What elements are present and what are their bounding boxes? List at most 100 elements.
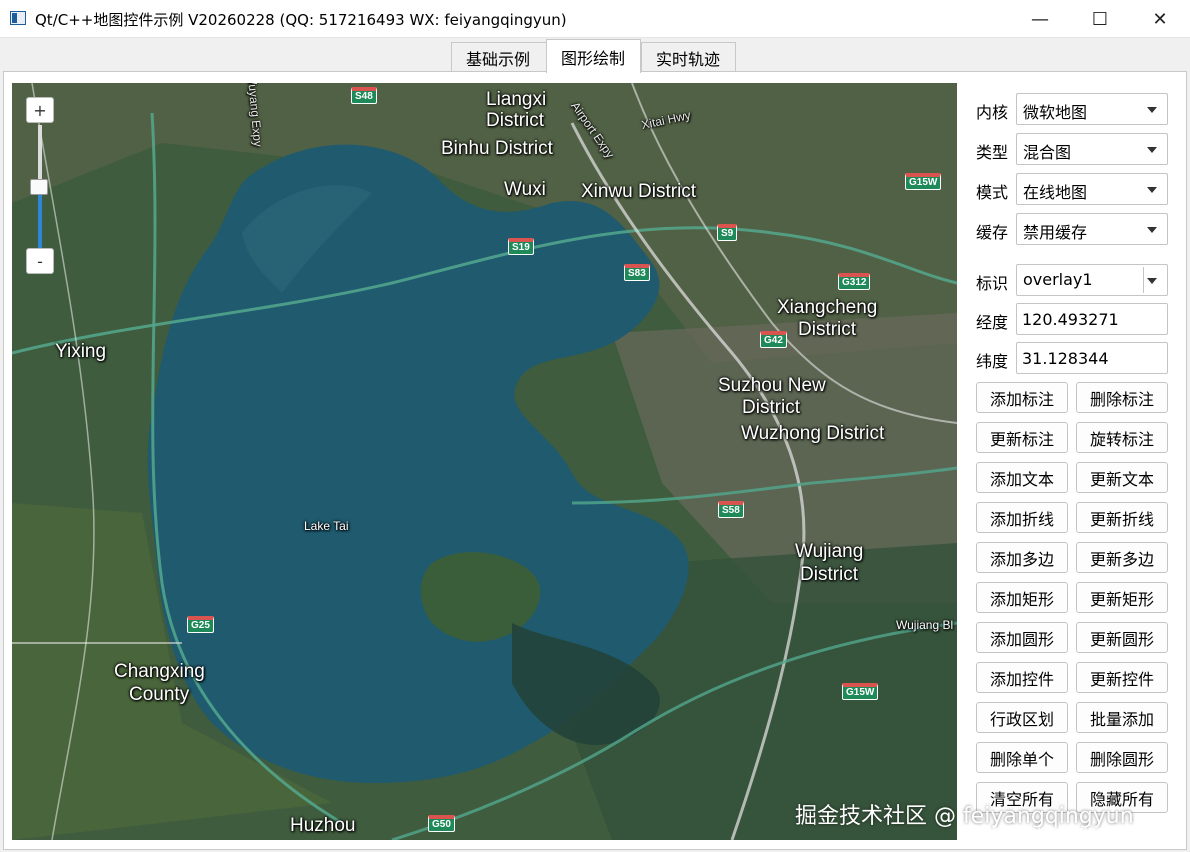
type-label: 类型 bbox=[976, 143, 1009, 162]
map-label-lake-tai: Lake Tai bbox=[304, 519, 349, 533]
watermark-csdn: CSDN @feiyangqingyun bbox=[960, 822, 1139, 840]
minimize-icon[interactable]: — bbox=[1010, 0, 1070, 38]
longitude-field[interactable] bbox=[1016, 303, 1168, 335]
zoom-slider-thumb[interactable] bbox=[30, 179, 48, 195]
map-label-xinwu: Xinwu District bbox=[581, 181, 697, 202]
mode-label: 模式 bbox=[976, 183, 1009, 202]
update-rectangle-button[interactable]: 更新矩形 bbox=[1076, 582, 1168, 613]
road-shield-s9: S9 bbox=[717, 224, 738, 241]
update-circle-button[interactable]: 更新圆形 bbox=[1076, 622, 1168, 653]
zoom-in-button[interactable]: + bbox=[26, 97, 54, 123]
window-title: Qt/C++地图控件示例 V20260228 (QQ: 517216493 WX… bbox=[35, 11, 567, 29]
road-shield-g312: G312 bbox=[838, 273, 871, 290]
map-label-wujiang-bl: Wujiang Bl bbox=[896, 618, 954, 632]
lng-row: 经度 bbox=[966, 303, 1176, 335]
close-icon[interactable]: ✕ bbox=[1130, 0, 1190, 38]
tab-label: 图形绘制 bbox=[561, 48, 626, 68]
ident-combo[interactable]: overlay1 bbox=[1016, 264, 1168, 296]
tab-realtime-track[interactable]: 实时轨迹 bbox=[641, 42, 736, 73]
chevron-down-icon bbox=[1147, 187, 1157, 193]
kernel-select[interactable]: 微软地图 bbox=[1016, 93, 1168, 125]
ident-row: 标识 overlay1 bbox=[966, 264, 1176, 296]
lat-row: 纬度 bbox=[966, 342, 1176, 374]
update-text-button[interactable]: 更新文本 bbox=[1076, 462, 1168, 493]
kernel-row: 内核 微软地图 bbox=[966, 93, 1176, 125]
type-row: 类型 混合图 bbox=[966, 133, 1176, 165]
cache-row: 缓存 禁用缓存 bbox=[966, 213, 1176, 245]
tab-shape-drawing[interactable]: 图形绘制 bbox=[546, 39, 641, 73]
rotate-marker-button[interactable]: 旋转标注 bbox=[1076, 422, 1168, 453]
update-marker-button[interactable]: 更新标注 bbox=[976, 422, 1068, 453]
delete-marker-button[interactable]: 删除标注 bbox=[1076, 382, 1168, 413]
update-control-button[interactable]: 更新控件 bbox=[1076, 662, 1168, 693]
combo-divider bbox=[1143, 267, 1144, 293]
type-value: 混合图 bbox=[1023, 143, 1072, 162]
add-marker-button[interactable]: 添加标注 bbox=[976, 382, 1068, 413]
title-bar: Qt/C++地图控件示例 V20260228 (QQ: 517216493 WX… bbox=[0, 0, 1190, 38]
update-polyline-button[interactable]: 更新折线 bbox=[1076, 502, 1168, 533]
map-label-yixing: Yixing bbox=[55, 341, 107, 362]
add-text-button[interactable]: 添加文本 bbox=[976, 462, 1068, 493]
road-shield-s58: S58 bbox=[718, 501, 744, 518]
map-label-wuxi: Wuxi bbox=[504, 179, 546, 200]
lng-label: 经度 bbox=[976, 313, 1009, 332]
delete-circle-button[interactable]: 删除圆形 bbox=[1076, 742, 1168, 773]
batch-add-button[interactable]: 批量添加 bbox=[1076, 702, 1168, 733]
map-label-wujiang-district: District bbox=[800, 564, 859, 585]
road-shield-g42: G42 bbox=[760, 331, 787, 348]
map-view[interactable]: + - Liangxi District Binhu District Wuxi… bbox=[12, 83, 957, 840]
update-polygon-button[interactable]: 更新多边 bbox=[1076, 542, 1168, 573]
admin-division-button[interactable]: 行政区划 bbox=[976, 702, 1068, 733]
map-label-wujiang: Wujiang bbox=[795, 541, 864, 562]
add-control-button[interactable]: 添加控件 bbox=[976, 662, 1068, 693]
map-label-liangxi: Liangxi bbox=[486, 89, 547, 110]
road-shield-g50: G50 bbox=[428, 815, 455, 832]
cache-value: 禁用缓存 bbox=[1023, 223, 1088, 242]
map-label-changxing: Changxing bbox=[114, 661, 205, 682]
control-panel: 内核 微软地图 类型 混合图 模式 在线地图 缓存 禁用缓存 标识 overla… bbox=[966, 83, 1176, 843]
road-shield-s48: S48 bbox=[351, 87, 377, 104]
tab-label: 基础示例 bbox=[466, 50, 531, 69]
ident-value: overlay1 bbox=[1023, 270, 1093, 289]
lat-label: 纬度 bbox=[976, 352, 1009, 371]
map-label-liangxi-district: District bbox=[486, 110, 545, 131]
map-label-huzhou: Huzhou bbox=[290, 815, 356, 836]
tab-bar: 基础示例 图形绘制 实时轨迹 bbox=[0, 38, 1190, 73]
type-select[interactable]: 混合图 bbox=[1016, 133, 1168, 165]
zoom-out-button[interactable]: - bbox=[26, 248, 54, 274]
road-shield-g25: G25 bbox=[187, 616, 214, 633]
chevron-down-icon bbox=[1147, 107, 1157, 113]
map-label-binhu: Binhu District bbox=[441, 138, 553, 159]
delete-single-button[interactable]: 删除单个 bbox=[976, 742, 1068, 773]
map-label-changxing-county: County bbox=[129, 684, 190, 705]
kernel-value: 微软地图 bbox=[1023, 103, 1088, 122]
add-rectangle-button[interactable]: 添加矩形 bbox=[976, 582, 1068, 613]
chevron-down-icon[interactable] bbox=[1147, 278, 1157, 284]
map-label-suzhou-district: District bbox=[742, 397, 801, 418]
road-shield-s83: S83 bbox=[624, 264, 650, 281]
kernel-label: 内核 bbox=[976, 103, 1009, 122]
map-imagery bbox=[12, 83, 957, 840]
add-circle-button[interactable]: 添加圆形 bbox=[976, 622, 1068, 653]
map-label-xiangcheng-district: District bbox=[798, 319, 857, 340]
ident-label: 标识 bbox=[976, 274, 1009, 293]
road-shield-g15w-south: G15W bbox=[842, 683, 879, 700]
maximize-icon[interactable]: ☐ bbox=[1070, 0, 1130, 38]
add-polyline-button[interactable]: 添加折线 bbox=[976, 502, 1068, 533]
zoom-slider-fill bbox=[38, 186, 42, 250]
mode-value: 在线地图 bbox=[1023, 183, 1088, 202]
add-polygon-button[interactable]: 添加多边 bbox=[976, 542, 1068, 573]
mode-select[interactable]: 在线地图 bbox=[1016, 173, 1168, 205]
cache-label: 缓存 bbox=[976, 223, 1009, 242]
road-shield-s19: S19 bbox=[508, 238, 534, 255]
map-label-wuzhong: Wuzhong District bbox=[741, 423, 885, 444]
chevron-down-icon bbox=[1147, 227, 1157, 233]
latitude-field[interactable] bbox=[1016, 342, 1168, 374]
map-label-suzhou-new: Suzhou New bbox=[718, 375, 826, 396]
map-label-xiangcheng: Xiangcheng bbox=[777, 297, 878, 318]
cache-select[interactable]: 禁用缓存 bbox=[1016, 213, 1168, 245]
tab-label: 实时轨迹 bbox=[656, 50, 721, 69]
tab-basic-demo[interactable]: 基础示例 bbox=[451, 42, 547, 73]
road-shield-g15w: G15W bbox=[905, 173, 942, 190]
app-icon bbox=[10, 11, 26, 25]
